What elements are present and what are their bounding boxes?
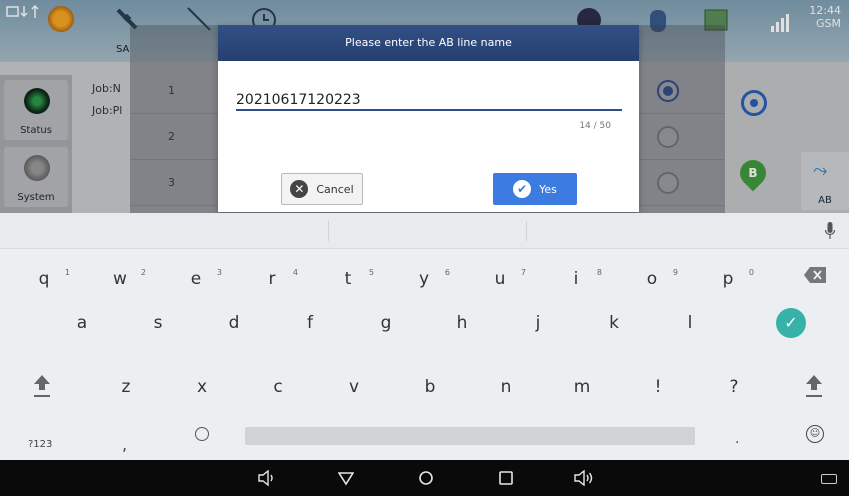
back-icon[interactable]	[338, 470, 354, 486]
key-u[interactable]: u7	[480, 261, 526, 297]
key-j[interactable]: j	[518, 305, 558, 341]
yes-label: Yes	[539, 182, 557, 196]
cancel-label: Cancel	[316, 182, 354, 196]
key-m[interactable]: m	[562, 369, 602, 405]
space-bar[interactable]	[245, 427, 695, 445]
key-z[interactable]: z	[106, 369, 146, 405]
key-i[interactable]: i8	[556, 261, 602, 297]
suggestion-bar	[0, 213, 849, 249]
key-exclamation[interactable]: !	[638, 369, 678, 405]
key-w[interactable]: w2	[100, 261, 146, 297]
key-b[interactable]: b	[410, 369, 450, 405]
globe-icon[interactable]	[195, 427, 209, 441]
key-p[interactable]: p0	[708, 261, 754, 297]
recents-icon[interactable]	[498, 470, 514, 486]
shift-right-icon[interactable]	[804, 373, 824, 399]
key-l[interactable]: l	[670, 305, 710, 341]
key-q[interactable]: q1	[24, 261, 70, 297]
yes-button[interactable]: ✔ Yes	[493, 173, 577, 205]
dialog-title: Please enter the AB line name	[218, 25, 639, 61]
key-v[interactable]: v	[334, 369, 374, 405]
backspace-icon[interactable]	[803, 266, 827, 284]
emoji-icon[interactable]: ☺	[806, 425, 824, 443]
key-h[interactable]: h	[442, 305, 482, 341]
key-r[interactable]: r4	[252, 261, 299, 297]
volume-down-icon[interactable]	[258, 470, 276, 486]
soft-keyboard: q1 w2 e3 r4 t5 y6 u7 i8 o9 p0 a s d f g …	[0, 213, 849, 460]
home-icon[interactable]	[418, 470, 434, 486]
suggestion-divider	[526, 221, 527, 241]
enter-check-key[interactable]: ✓	[776, 308, 806, 338]
android-nav-bar	[0, 460, 849, 496]
ab-name-dialog: Please enter the AB line name 14 / 50 ✕ …	[218, 25, 639, 212]
ab-line-name-input[interactable]	[236, 91, 622, 111]
mic-icon[interactable]	[825, 222, 835, 240]
suggestion-divider	[328, 221, 329, 241]
key-t[interactable]: t5	[328, 261, 374, 297]
check-icon: ✓	[784, 313, 798, 332]
shift-left-icon[interactable]	[32, 373, 52, 399]
key-g[interactable]: g	[366, 305, 406, 341]
comma-key[interactable]: ,	[122, 435, 127, 454]
volume-up-icon[interactable]	[574, 470, 594, 486]
key-o[interactable]: o9	[632, 261, 678, 297]
cancel-button[interactable]: ✕ Cancel	[281, 173, 363, 205]
keyboard-icon[interactable]	[821, 474, 837, 484]
char-counter: 14 / 50	[579, 121, 611, 131]
key-n[interactable]: n	[486, 369, 526, 405]
period-key[interactable]: .	[735, 431, 739, 447]
symbols-key[interactable]: ?123	[28, 439, 52, 450]
key-k[interactable]: k	[594, 305, 634, 341]
key-question[interactable]: ?	[714, 369, 754, 405]
key-s[interactable]: s	[138, 305, 178, 341]
check-icon: ✔	[513, 180, 532, 198]
key-c[interactable]: c	[258, 369, 298, 405]
key-a[interactable]: a	[62, 305, 102, 341]
key-x[interactable]: x	[182, 369, 222, 405]
key-e[interactable]: e3	[176, 261, 222, 297]
key-y[interactable]: y6	[404, 261, 450, 297]
key-d[interactable]: d	[214, 305, 254, 341]
close-icon: ✕	[290, 180, 309, 198]
key-f[interactable]: f	[290, 305, 330, 341]
